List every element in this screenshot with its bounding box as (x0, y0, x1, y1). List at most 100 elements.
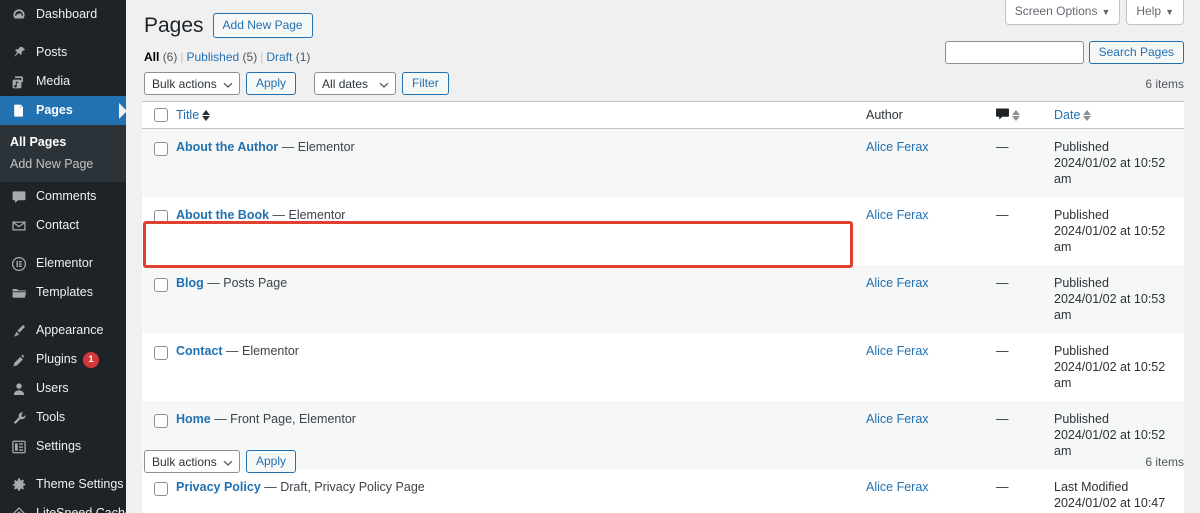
author-link[interactable]: Alice Ferax (866, 480, 929, 494)
page-title-link[interactable]: Home (176, 412, 211, 426)
row-author-cell: Alice Ferax (866, 265, 996, 333)
sidebar-item-theme-settings[interactable]: Theme Settings (0, 470, 126, 499)
row-checkbox[interactable] (154, 210, 168, 224)
plug-icon (10, 351, 28, 369)
date-status: Published (1054, 344, 1109, 358)
row-checkbox[interactable] (154, 278, 168, 292)
sidebar-item-label: Settings (36, 439, 82, 454)
apply-button-bottom[interactable]: Apply (246, 450, 297, 473)
elementor-icon (10, 255, 28, 273)
pin-icon (10, 44, 28, 62)
sidebar-item-label: Dashboard (36, 7, 98, 22)
search-pages-button[interactable]: Search Pages (1088, 41, 1184, 65)
sidebar-item-contact[interactable]: Contact (0, 211, 126, 240)
media-icon (10, 73, 28, 91)
sidebar-item-label: Tools (36, 410, 66, 425)
filter-separator: | (180, 50, 184, 64)
row-title-cell: Blog — Posts Page (176, 265, 866, 333)
sidebar-item-litespeed-cache[interactable]: LiteSpeed Cache (0, 499, 126, 513)
apply-button-top[interactable]: Apply (246, 72, 297, 95)
page-title-link[interactable]: Contact (176, 344, 223, 358)
date-value: 2024/01/02 at 10:53 am (1054, 292, 1166, 322)
user-icon (10, 380, 28, 398)
page-title-link[interactable]: About the Author (176, 140, 278, 154)
envelope-icon (10, 217, 28, 235)
table-row[interactable]: About the Book — Elementor Alice Ferax — Pu… (142, 197, 1184, 265)
page-title-link[interactable]: About the Book (176, 208, 269, 222)
sort-arrows-icon[interactable] (1083, 109, 1092, 121)
screen-options-button[interactable]: Screen Options ▼ (1004, 0, 1121, 26)
page-title-link[interactable]: Blog (176, 276, 204, 290)
page-title-link[interactable]: Privacy Policy (176, 480, 261, 494)
column-author-label: Author (866, 108, 903, 122)
author-link[interactable]: Alice Ferax (866, 344, 929, 358)
filter-link-draft[interactable]: Draft (266, 50, 292, 64)
sidebar-item-elementor[interactable]: Elementor (0, 249, 126, 278)
bulk-actions-select-bottom[interactable]: Bulk actions (144, 450, 240, 473)
all-dates-label: All dates (322, 76, 369, 91)
sidebar-item-templates[interactable]: Templates (0, 278, 126, 307)
row-checkbox[interactable] (154, 142, 168, 156)
table-row[interactable]: Blog — Posts Page Alice Ferax — Published 20… (142, 265, 1184, 333)
author-link[interactable]: Alice Ferax (866, 412, 929, 426)
folder-icon (10, 284, 28, 302)
date-status: Published (1054, 208, 1109, 222)
select-all-checkbox-top[interactable] (154, 108, 168, 122)
author-link[interactable]: Alice Ferax (866, 208, 929, 222)
bulk-actions-select-top[interactable]: Bulk actions (144, 72, 240, 95)
row-comments-cell: — (996, 276, 1009, 290)
row-select-cell (142, 265, 176, 333)
submenu-item-add-new-page[interactable]: Add New Page (0, 153, 126, 175)
row-author-cell: Alice Ferax (866, 469, 996, 513)
author-link[interactable]: Alice Ferax (866, 140, 929, 154)
sidebar-item-label: Pages (36, 103, 73, 118)
sidebar-separator (0, 240, 126, 249)
status-filter-links: All (6) | Published (5) | Draft (1) (144, 50, 310, 64)
help-button[interactable]: Help ▼ (1126, 0, 1184, 26)
filter-link-all[interactable]: All (144, 50, 159, 64)
column-date-label: Date (1054, 108, 1081, 122)
sidebar-item-settings[interactable]: Settings (0, 432, 126, 461)
dashboard-icon (10, 6, 28, 24)
sidebar-item-plugins[interactable]: Plugins 1 (0, 345, 126, 374)
table-header-row: Title Author Date (142, 101, 1184, 129)
sort-arrows-icon[interactable] (1012, 109, 1020, 121)
sidebar-item-pages[interactable]: Pages (0, 96, 126, 125)
sidebar-item-appearance[interactable]: Appearance (0, 316, 126, 345)
table-row[interactable]: Contact — Elementor Alice Ferax — Published… (142, 333, 1184, 401)
row-comments-cell: — (996, 480, 1009, 494)
column-header-author-top: Author (866, 101, 996, 129)
search-input[interactable] (944, 41, 1084, 65)
add-new-page-button[interactable]: Add New Page (212, 13, 313, 39)
wordpress-admin-screen: Dashboard Posts Media Pages All Pages Add New… (0, 0, 1200, 513)
column-title-label: Title (176, 108, 200, 122)
table-row[interactable]: Privacy Policy — Draft, Privacy Policy P… (142, 469, 1184, 513)
row-checkbox[interactable] (154, 414, 168, 428)
sidebar-item-users[interactable]: Users (0, 374, 126, 403)
filter-count-published: (5) (242, 50, 258, 64)
author-link[interactable]: Alice Ferax (866, 276, 929, 290)
date-filter-select[interactable]: All dates (314, 72, 397, 95)
table-row[interactable]: Home — Front Page, Elementor Alice Ferax —… (142, 401, 1184, 469)
sidebar-item-comments[interactable]: Comments (0, 182, 126, 211)
plugin-update-badge: 1 (83, 351, 99, 368)
date-status: Published (1054, 140, 1109, 154)
sidebar-item-tools[interactable]: Tools (0, 403, 126, 432)
date-value: 2024/01/02 at 10:52 am (1054, 156, 1166, 186)
sidebar-item-label: Elementor (36, 256, 93, 271)
row-author-cell: Alice Ferax (866, 129, 996, 198)
sidebar-item-media[interactable]: Media (0, 67, 126, 96)
filter-link-published[interactable]: Published (186, 50, 239, 64)
table-body: About the Author — Elementor Alice Ferax —… (142, 128, 1184, 513)
sidebar-item-posts[interactable]: Posts (0, 38, 126, 67)
sidebar-item-dashboard[interactable]: Dashboard (0, 0, 126, 29)
filter-button[interactable]: Filter (402, 72, 449, 95)
sort-arrows-icon[interactable] (202, 109, 211, 121)
table-row[interactable]: About the Author — Elementor Alice Ferax —… (142, 128, 1184, 198)
chevron-down-icon (223, 79, 233, 89)
pages-table: Title Author Date About the Author — Ele… (142, 101, 1184, 513)
row-comments-cell: — (996, 412, 1009, 426)
row-checkbox[interactable] (154, 346, 168, 360)
submenu-item-all-pages[interactable]: All Pages (0, 131, 126, 153)
row-checkbox[interactable] (154, 482, 168, 496)
